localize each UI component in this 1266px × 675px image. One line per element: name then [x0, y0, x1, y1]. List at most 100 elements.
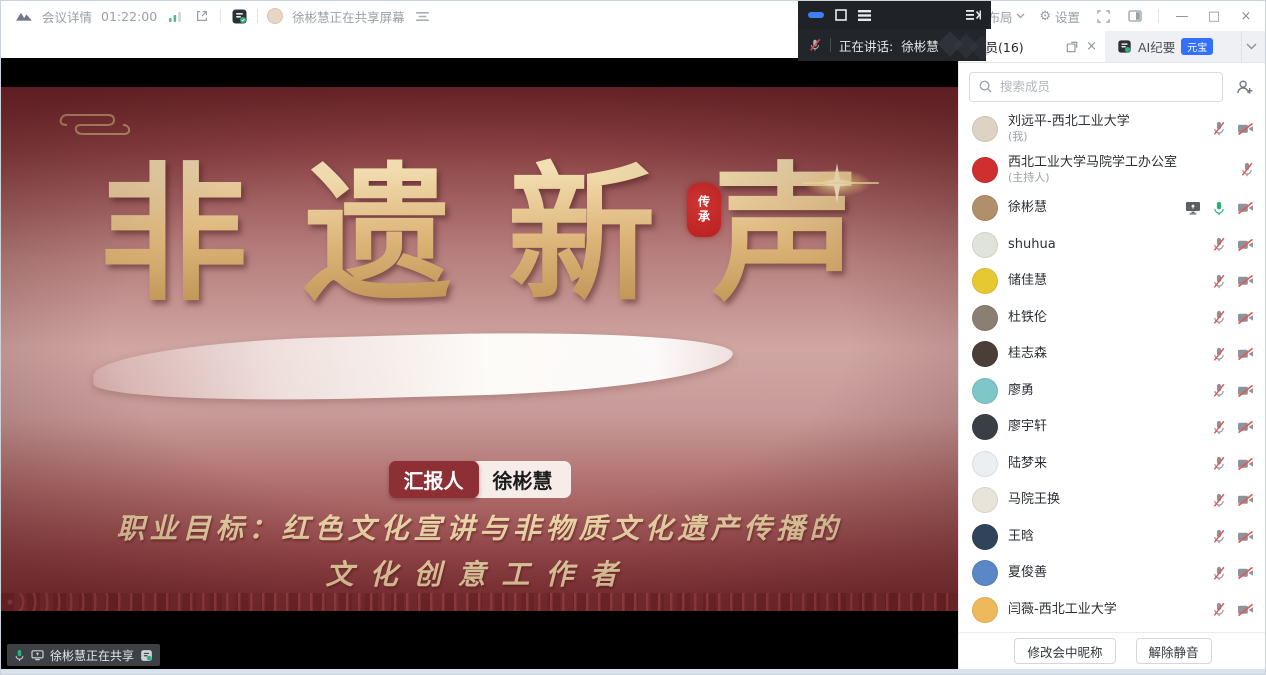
camera-off-icon[interactable] — [1237, 311, 1254, 325]
member-name: 西北工业大学马院学工办公室 — [1008, 155, 1230, 171]
mic-muted-icon[interactable] — [1212, 493, 1226, 508]
member-avatar — [972, 157, 998, 183]
presentation-slide: 非遗新声 传承 汇报人 徐彬慧 职业目标：红色文化宣讲与非物质文化遗产传播的 文… — [1, 87, 958, 611]
camera-off-icon[interactable] — [1237, 457, 1254, 471]
mic-muted-icon[interactable] — [1212, 237, 1226, 252]
tab-ai-notes[interactable]: AI纪要 元宝 — [1105, 31, 1241, 62]
meeting-details-menu[interactable]: 会议详情 — [42, 7, 92, 26]
search-icon — [978, 79, 993, 94]
divider — [830, 38, 831, 52]
member-avatar — [972, 487, 998, 513]
member-avatar — [972, 451, 998, 477]
panel-more-chevron[interactable] — [1241, 31, 1266, 62]
speaking-indicator-bar: 正在讲话: 徐彬慧 — [798, 29, 986, 61]
member-row[interactable]: 马院王换 — [959, 482, 1266, 519]
mic-muted-icon[interactable] — [1212, 121, 1226, 136]
layout-switch-icon[interactable] — [414, 7, 432, 25]
settings-button[interactable]: ⚙ 设置 — [1039, 7, 1080, 26]
camera-off-icon[interactable] — [1237, 347, 1254, 361]
member-info: 王晗 — [1008, 529, 1202, 545]
member-name: 徐彬慧 — [1008, 200, 1175, 216]
speaking-label: 正在讲话: — [839, 36, 893, 55]
camera-off-icon[interactable] — [1237, 420, 1254, 434]
member-row[interactable]: 徐彬慧 — [959, 190, 1266, 227]
popout-window-icon[interactable] — [193, 7, 211, 25]
member-row[interactable]: 夏俊善 — [959, 555, 1266, 592]
search-row — [959, 63, 1266, 108]
unmute-button[interactable]: 解除静音 — [1136, 638, 1212, 664]
search-members-input[interactable] — [969, 72, 1223, 102]
mic-muted-icon[interactable] — [1212, 420, 1226, 435]
close-panel-icon[interactable]: × — [1086, 39, 1097, 54]
collapse-panel-icon[interactable] — [966, 9, 981, 21]
add-member-button[interactable] — [1231, 74, 1257, 100]
mic-muted-icon[interactable] — [1212, 274, 1226, 289]
mic-muted-icon[interactable] — [1212, 566, 1226, 581]
camera-off-icon[interactable] — [1237, 238, 1254, 252]
popout-panel-icon[interactable] — [1066, 41, 1078, 53]
camera-off-icon[interactable] — [1237, 493, 1254, 507]
camera-off-icon[interactable] — [1237, 530, 1254, 544]
member-row[interactable]: 桂志森 — [959, 336, 1266, 373]
sharing-badge-text: 徐彬慧正在共享 — [50, 647, 134, 664]
close-button[interactable]: × — [1237, 9, 1255, 24]
member-info: 陆梦来 — [1008, 456, 1202, 472]
seal-text: 传承 — [696, 195, 713, 225]
panel-body: 刘远平-西北工业大学(我) 西北工业大学马院学工办公室(主持人) 徐彬慧 shuhua… — [959, 63, 1266, 669]
heritage-seal: 传承 — [687, 183, 721, 237]
recording-icon[interactable] — [230, 7, 248, 25]
member-row[interactable]: 储佳慧 — [959, 263, 1266, 300]
member-info: shuhua — [1008, 237, 1202, 253]
member-row[interactable]: 闫薇-西北工业大学 — [959, 592, 1266, 629]
mic-on-icon[interactable] — [1212, 201, 1226, 216]
career-goal-line1: 职业目标：红色文化宣讲与非物质文化遗产传播的 — [1, 507, 958, 547]
side-panel-toggle-icon[interactable] — [1126, 7, 1144, 25]
mic-muted-icon[interactable] — [1212, 602, 1226, 617]
panel-footer: 修改会中昵称 解除静音 — [959, 632, 1266, 669]
member-name: 储佳慧 — [1008, 273, 1202, 289]
camera-off-icon[interactable] — [1237, 603, 1254, 617]
minimize-bar-icon[interactable] — [808, 12, 824, 18]
member-info: 西北工业大学马院学工办公室(主持人) — [1008, 155, 1230, 185]
mic-muted-icon[interactable] — [1212, 310, 1226, 325]
mic-muted-icon[interactable] — [1212, 456, 1226, 471]
camera-off-icon[interactable] — [1237, 122, 1254, 136]
member-name: 马院王换 — [1008, 492, 1202, 508]
member-row[interactable]: 廖勇 — [959, 373, 1266, 410]
career-goal-line2: 文化创意工作者 — [1, 553, 958, 593]
camera-off-icon[interactable] — [1237, 384, 1254, 398]
member-info: 储佳慧 — [1008, 273, 1202, 289]
meeting-window: 会议详情 01:22:00 徐彬慧正在共享屏幕 演讲者布局 — [0, 0, 1266, 675]
member-row[interactable]: 西北工业大学马院学工办公室(主持人) — [959, 149, 1266, 190]
minimize-button[interactable]: — — [1173, 9, 1191, 24]
window-bottom-strip — [1, 669, 1265, 675]
member-info: 闫薇-西北工业大学 — [1008, 602, 1202, 618]
fullscreen-icon[interactable] — [1094, 7, 1112, 25]
member-status-icons — [1212, 493, 1254, 508]
window-mode-icon[interactable] — [835, 9, 847, 21]
member-row[interactable]: shuhua — [959, 227, 1266, 264]
member-avatar — [972, 232, 998, 258]
member-row[interactable]: 陆梦来 — [959, 446, 1266, 483]
camera-off-icon[interactable] — [1237, 566, 1254, 580]
camera-off-icon[interactable] — [1237, 274, 1254, 288]
mic-muted-icon[interactable] — [1212, 383, 1226, 398]
list-view-icon[interactable] — [858, 10, 871, 21]
rename-button[interactable]: 修改会中昵称 — [1014, 638, 1115, 664]
mic-muted-icon[interactable] — [1212, 347, 1226, 362]
member-avatar — [972, 378, 998, 404]
maximize-button[interactable]: □ — [1205, 9, 1223, 24]
search-box — [969, 72, 1223, 102]
app-logo-icon — [15, 7, 33, 25]
screen-share-icon — [1185, 201, 1201, 215]
title-character: 新 — [508, 153, 656, 316]
mic-muted-icon[interactable] — [1212, 529, 1226, 544]
mic-muted-icon[interactable] — [1240, 162, 1254, 177]
camera-off-icon[interactable] — [1237, 201, 1254, 215]
member-row[interactable]: 杜铁伦 — [959, 300, 1266, 337]
member-status-icons — [1212, 347, 1254, 362]
member-row[interactable]: 廖宇轩 — [959, 409, 1266, 446]
chevron-down-icon — [1016, 13, 1025, 19]
member-row[interactable]: 王晗 — [959, 519, 1266, 556]
member-row[interactable]: 刘远平-西北工业大学(我) — [959, 108, 1266, 149]
